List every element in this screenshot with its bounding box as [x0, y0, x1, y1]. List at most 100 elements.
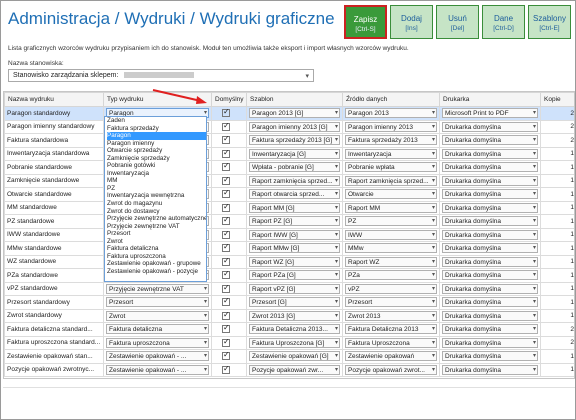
printer-cell[interactable]: Drukarka domyślna	[439, 187, 541, 202]
table-row[interactable]: PZ standardowePZRaport PZ [G]PZDrukarka …	[4, 214, 574, 229]
data-source-cell[interactable]: Raport zamknięcia sprzed...	[342, 173, 440, 188]
dropdown-option[interactable]: Zestawienie opakowań - pozycje	[107, 268, 206, 276]
data-source-cell[interactable]: Zestawienie opakowań	[342, 349, 440, 364]
dropdown-option[interactable]: Przyjęcie zewnętrzne automatyczne	[107, 215, 206, 223]
data-source-cell[interactable]: MMw	[342, 241, 440, 256]
table-row[interactable]: MMw standardoweZwrot do magazynuRaport M…	[4, 241, 574, 256]
table-row[interactable]: Paragon standardowyParagonParagon 2013 […	[4, 106, 574, 121]
column-header[interactable]: Nazwa wydruku	[4, 92, 104, 107]
table-row[interactable]: Pobranie standardowePobranie gotówki Wpła…	[4, 160, 574, 175]
default-checkbox[interactable]	[222, 283, 230, 293]
template-cell[interactable]: Raport otwarcia sprzed...	[246, 187, 343, 202]
print-type-cell[interactable]: Przyjęcie zewnętrzne VAT	[103, 281, 212, 296]
dropdown-option[interactable]: Zaden	[107, 117, 206, 125]
table-row[interactable]: WZ standardoweZwrot do dostawcyRaport WZ…	[4, 254, 574, 269]
default-checkbox[interactable]	[222, 188, 230, 199]
dropdown-option[interactable]: Faktura detaliczna	[107, 245, 206, 253]
printer-cell[interactable]: Drukarka domyślna	[439, 268, 541, 283]
template-cell[interactable]: Raport MM [G]	[246, 200, 343, 215]
template-cell[interactable]: Faktura Detaliczna 2013...	[246, 322, 343, 337]
table-row[interactable]: Zamknięcie standardoweZamknięcie sprzeda…	[4, 173, 574, 188]
default-checkbox[interactable]	[222, 175, 230, 185]
default-checkbox[interactable]	[222, 310, 230, 320]
default-checkbox[interactable]	[222, 364, 230, 374]
dropdown-option[interactable]: PZ	[107, 185, 206, 193]
default-checkbox[interactable]	[222, 256, 230, 266]
default-checkbox[interactable]	[222, 296, 230, 307]
default-checkbox[interactable]	[222, 242, 230, 253]
printer-cell[interactable]: Drukarka domyślna	[439, 335, 541, 350]
printer-cell[interactable]: Drukarka domyślna	[439, 173, 541, 188]
printer-cell[interactable]: Drukarka domyślna	[439, 160, 541, 175]
default-checkbox[interactable]	[222, 229, 230, 239]
template-cell[interactable]: Pozycje opakowań zwr...	[246, 362, 343, 377]
printer-cell[interactable]: Drukarka domyślna	[439, 295, 541, 310]
print-type-dropdown-list[interactable]: Zaden Faktura sprzedaży Paragon Paragon imi…	[104, 116, 207, 282]
data-button[interactable]: Dane [Ctrl-D]	[482, 5, 525, 39]
printer-cell[interactable]: Drukarka domyślna	[439, 308, 541, 323]
dropdown-option[interactable]: MM	[107, 177, 206, 185]
dropdown-option[interactable]: Pobranie gotówki	[107, 162, 206, 170]
dropdown-option[interactable]: Zestawienie opakowań - grupowe	[107, 260, 206, 268]
default-checkbox[interactable]	[222, 269, 230, 280]
dropdown-option[interactable]: Zwrot do magazynu	[107, 200, 206, 208]
template-cell[interactable]: Wpłata - pobranie [G]	[246, 160, 343, 175]
default-checkbox[interactable]	[222, 161, 230, 172]
column-header[interactable]: Domyślny	[211, 92, 247, 107]
printer-cell[interactable]: Microsoft Print to PDF	[439, 106, 541, 121]
table-row[interactable]: Faktura detaliczna standard... Faktura de…	[4, 322, 574, 337]
data-source-cell[interactable]: IWW	[342, 227, 440, 242]
printer-cell[interactable]: Drukarka domyślna	[439, 254, 541, 269]
dropdown-option[interactable]: Przesort	[107, 230, 206, 238]
table-row[interactable]: PZa standardowePrzyjęcie zewnętrzne auto…	[4, 268, 574, 283]
template-cell[interactable]: Raport IWW [G]	[246, 227, 343, 242]
default-checkbox[interactable]	[222, 215, 230, 226]
data-source-cell[interactable]: Pozycje opakowań zwrot...	[342, 362, 440, 377]
data-source-cell[interactable]: Faktura sprzedaży 2013	[342, 133, 440, 148]
printer-cell[interactable]: Drukarka domyślna	[439, 146, 541, 161]
print-type-cell[interactable]: Przesort	[103, 295, 212, 310]
table-row[interactable]: Zestawienie opakowań stan... Zestawienie …	[4, 349, 574, 364]
printer-cell[interactable]: Drukarka domyślna	[439, 119, 541, 134]
dropdown-option[interactable]: Przyjęcie zewnętrzne VAT	[107, 223, 206, 231]
data-source-cell[interactable]: vPZ	[342, 281, 440, 296]
template-cell[interactable]: Raport WZ [G]	[246, 254, 343, 269]
data-source-cell[interactable]: Raport WZ	[342, 254, 440, 269]
table-row[interactable]: Paragon imienny standardowy Paragon imien…	[4, 119, 574, 134]
template-cell[interactable]: Raport zamknięcia sprzed...	[246, 173, 343, 188]
printer-cell[interactable]: Drukarka domyślna	[439, 227, 541, 242]
dropdown-option[interactable]: Faktura sprzedaży	[107, 125, 206, 133]
default-checkbox[interactable]	[222, 337, 230, 347]
print-type-cell[interactable]: Zestawienie opakowań - ...	[103, 349, 212, 364]
default-checkbox[interactable]	[222, 107, 230, 118]
dropdown-option[interactable]: Faktura uproszczona	[107, 253, 206, 261]
data-source-cell[interactable]: PZa	[342, 268, 440, 283]
printer-cell[interactable]: Drukarka domyślna	[439, 349, 541, 364]
template-cell[interactable]: Inwentaryzacja [G]	[246, 146, 343, 161]
template-cell[interactable]: Przesort [G]	[246, 295, 343, 310]
table-row[interactable]: Faktura standardowaFaktura sprzedażyFakt…	[4, 133, 574, 148]
template-cell[interactable]: Raport MMw [G]	[246, 241, 343, 256]
table-row[interactable]: Faktura uproszczona standard... Faktura u…	[4, 335, 574, 350]
data-source-cell[interactable]: Inwentaryzacja	[342, 146, 440, 161]
column-header[interactable]: Drukarka	[439, 92, 541, 107]
dropdown-option[interactable]: Paragon	[107, 132, 206, 140]
add-button[interactable]: Dodaj [Ins]	[390, 5, 433, 39]
column-header[interactable]: Źródło danych	[342, 92, 440, 107]
printer-cell[interactable]: Drukarka domyślna	[439, 200, 541, 215]
data-source-cell[interactable]: Raport MM	[342, 200, 440, 215]
dropdown-option[interactable]: Inwentaryzacja wewnętrzna	[107, 192, 206, 200]
delete-button[interactable]: Usuń [Del]	[436, 5, 479, 39]
table-row[interactable]: Pozycje opakowań zwrotnyc... Zestawienie …	[4, 362, 574, 377]
table-row[interactable]: vPZ standardowePrzyjęcie zewnętrzne VAT R…	[4, 281, 574, 296]
data-source-cell[interactable]: Pobranie wpłata	[342, 160, 440, 175]
data-source-cell[interactable]: Zwrot 2013	[342, 308, 440, 323]
printer-cell[interactable]: Drukarka domyślna	[439, 241, 541, 256]
printer-cell[interactable]: Drukarka domyślna	[439, 322, 541, 337]
printer-cell[interactable]: Drukarka domyślna	[439, 133, 541, 148]
table-row[interactable]: MM standardoweMMRaport MM [G]Raport MMDr…	[4, 200, 574, 215]
default-checkbox[interactable]	[222, 134, 230, 145]
dropdown-option[interactable]: Zwrot	[107, 238, 206, 246]
default-checkbox[interactable]	[222, 323, 230, 334]
data-source-cell[interactable]: Paragon imienny 2013	[342, 119, 440, 134]
